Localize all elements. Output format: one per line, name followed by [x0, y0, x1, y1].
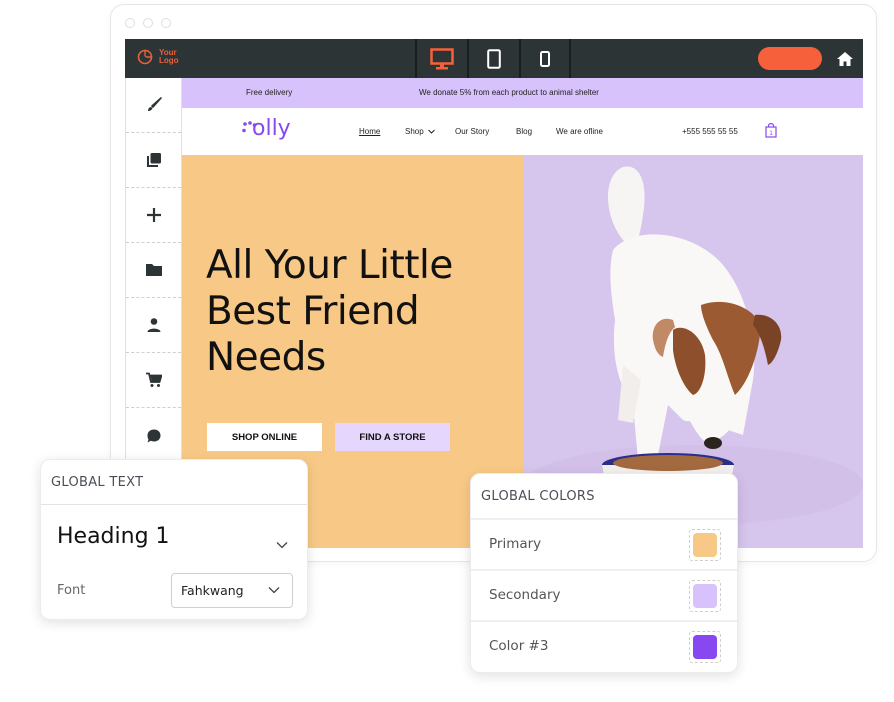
window-dot[interactable]	[125, 18, 135, 28]
home-icon	[837, 52, 853, 66]
panel-title: GLOBAL COLORS	[481, 489, 595, 504]
find-store-button[interactable]: FIND A STORE	[335, 423, 450, 451]
shopping-bag-icon: 1	[765, 123, 777, 138]
window-controls	[125, 18, 171, 28]
color-label: Color #3	[489, 638, 549, 654]
text-style-dropdown[interactable]	[276, 534, 288, 553]
nav-blog[interactable]: Blog	[516, 127, 532, 136]
brand-logo[interactable]: olly	[242, 118, 291, 140]
font-label: Font	[57, 583, 86, 598]
color-swatch-button[interactable]	[689, 529, 721, 561]
global-colors-panel: GLOBAL COLORS Primary Secondary Color #3	[470, 473, 738, 673]
hero-headline: All Your Little Best Friend Needs	[206, 243, 526, 381]
logo-icon	[137, 49, 153, 65]
color-swatch	[693, 635, 717, 659]
person-icon	[147, 318, 160, 332]
site-navbar: olly Home Shop Our Story Blog We are ofl…	[182, 108, 863, 155]
tool-sidebar	[125, 78, 182, 463]
device-mobile-button[interactable]	[519, 39, 571, 78]
cart-icon	[145, 372, 162, 387]
plus-icon	[146, 208, 161, 222]
announcement-left: Free delivery	[246, 88, 293, 97]
color-swatch-button[interactable]	[689, 580, 721, 612]
color-swatch	[693, 584, 717, 608]
brand-name: olly	[252, 116, 291, 141]
home-button[interactable]	[835, 49, 855, 69]
color-label: Secondary	[489, 587, 561, 603]
nav-home[interactable]: Home	[359, 127, 380, 136]
desktop-icon	[430, 47, 454, 69]
color-label: Primary	[489, 536, 542, 552]
headline-line: Best Friend	[206, 289, 420, 334]
tool-store[interactable]	[126, 353, 181, 408]
color-swatch-button[interactable]	[689, 631, 721, 663]
color-row-secondary[interactable]: Secondary	[471, 569, 737, 619]
font-value: Fahkwang	[181, 583, 244, 598]
chevron-down-icon	[428, 129, 435, 134]
device-desktop-button[interactable]	[415, 39, 467, 78]
chevron-down-icon	[268, 587, 280, 594]
font-select[interactable]: Fahkwang	[171, 573, 293, 608]
device-tablet-button[interactable]	[467, 39, 519, 78]
nav-shop[interactable]: Shop	[405, 127, 435, 136]
tool-design[interactable]	[126, 78, 181, 133]
paintbrush-icon	[147, 97, 162, 111]
tool-members[interactable]	[126, 298, 181, 353]
tool-chat[interactable]	[126, 408, 181, 463]
mobile-icon	[540, 50, 550, 67]
divider	[41, 504, 307, 505]
folder-icon	[145, 264, 162, 276]
layers-icon	[146, 153, 161, 167]
panel-title: GLOBAL TEXT	[51, 475, 144, 490]
headline-line: Needs	[206, 335, 326, 380]
logo[interactable]: Your Logo	[137, 49, 179, 65]
headline-line: All Your Little	[206, 243, 453, 288]
shop-online-button[interactable]: SHOP ONLINE	[207, 423, 322, 451]
tool-files[interactable]	[126, 243, 181, 298]
cart-button[interactable]: 1	[765, 122, 777, 140]
chevron-down-icon	[276, 542, 288, 549]
window-dot[interactable]	[143, 18, 153, 28]
window-dot[interactable]	[161, 18, 171, 28]
nav-our-story[interactable]: Our Story	[455, 127, 489, 136]
logo-text-line2: Logo	[159, 56, 179, 65]
tablet-icon	[487, 48, 501, 69]
nav-status[interactable]: We are ofline	[556, 127, 603, 136]
tool-add[interactable]	[126, 188, 181, 243]
color-row-primary[interactable]: Primary	[471, 518, 737, 568]
editor-toolbar: Your Logo	[125, 39, 863, 78]
tool-pages[interactable]	[126, 133, 181, 188]
color-row-color3[interactable]: Color #3	[471, 620, 737, 670]
color-swatch	[693, 533, 717, 557]
cart-count: 1	[769, 131, 773, 137]
device-switcher	[415, 39, 571, 78]
nav-phone[interactable]: +555 555 55 55	[682, 127, 738, 136]
announcement-center: We donate 5% from each product to animal…	[419, 88, 599, 97]
chat-icon	[147, 429, 160, 442]
publish-button[interactable]	[758, 47, 822, 70]
global-text-panel: GLOBAL TEXT Heading 1 Font Fahkwang	[40, 459, 308, 620]
text-style-select[interactable]: Heading 1	[57, 524, 170, 549]
nav-shop-label: Shop	[405, 127, 424, 136]
announcement-bar: Free delivery We donate 5% from each pro…	[182, 78, 863, 108]
